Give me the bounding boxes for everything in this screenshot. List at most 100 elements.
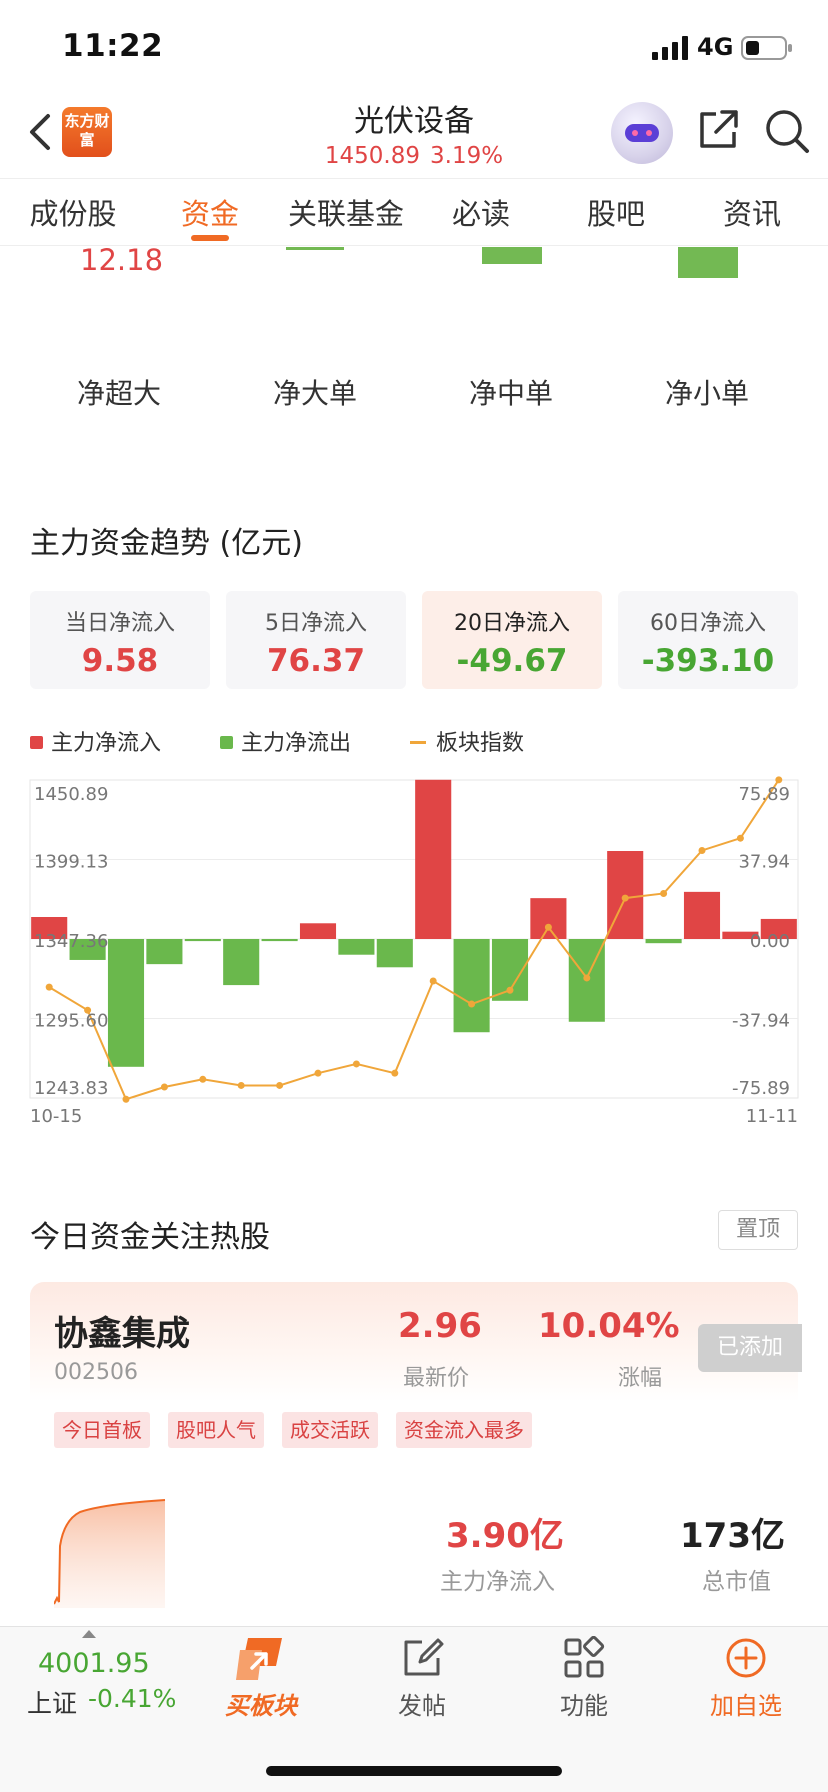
left-axis-tick: 1399.13 bbox=[34, 852, 108, 873]
stat-value: 76.37 bbox=[266, 643, 366, 679]
flow-bar-large bbox=[286, 247, 344, 250]
x-axis-start-label: 10-15 bbox=[30, 1106, 82, 1127]
main-net-inflow-value: 3.90亿 bbox=[446, 1516, 564, 1556]
index-point bbox=[621, 894, 629, 902]
stat-60day-inflow[interactable]: 60日净流入 -393.10 bbox=[618, 591, 798, 689]
stat-value: -49.67 bbox=[456, 643, 568, 679]
index-point bbox=[45, 983, 53, 991]
status-time: 11:22 bbox=[62, 28, 164, 64]
add-circle-icon[interactable] bbox=[724, 1636, 768, 1680]
left-axis-tick: 1450.89 bbox=[34, 784, 108, 805]
right-axis-tick: 75.89 bbox=[738, 784, 790, 805]
stat-label: 5日净流入 bbox=[265, 611, 367, 636]
market-cap-value: 173亿 bbox=[680, 1516, 785, 1556]
sh-index-name[interactable]: 上证 bbox=[27, 1684, 77, 1720]
tab-must-read[interactable]: 必读 bbox=[421, 191, 541, 233]
expand-up-icon[interactable] bbox=[82, 1630, 96, 1638]
assistant-robot-icon[interactable] bbox=[611, 102, 673, 164]
right-axis-tick: 0.00 bbox=[750, 931, 790, 952]
flow-label-super-large: 净超大 bbox=[76, 377, 161, 410]
stock-tag: 资金流入最多 bbox=[396, 1412, 532, 1448]
index-point bbox=[314, 1069, 322, 1077]
index-point bbox=[660, 889, 668, 897]
section-title-hot-stocks: 今日资金关注热股 bbox=[30, 1220, 270, 1255]
index-point bbox=[775, 776, 783, 784]
grid-icon[interactable] bbox=[562, 1636, 606, 1680]
x-axis-end-label: 11-11 bbox=[746, 1106, 798, 1127]
stat-20day-inflow[interactable]: 20日净流入 -49.67 bbox=[422, 591, 602, 689]
stock-tag: 成交活跃 bbox=[282, 1412, 378, 1448]
index-point bbox=[736, 834, 744, 842]
add-watchlist-button[interactable]: 加自选 bbox=[686, 1686, 806, 1721]
functions-button[interactable]: 功能 bbox=[524, 1686, 644, 1721]
flow-bar bbox=[299, 923, 337, 939]
legend-swatch-red bbox=[30, 736, 43, 749]
stat-5day-inflow[interactable]: 5日净流入 76.37 bbox=[226, 591, 406, 689]
legend-index-label: 板块指数 bbox=[436, 731, 525, 756]
index-point bbox=[468, 1000, 476, 1008]
index-point bbox=[698, 846, 706, 854]
section-title-main-fund-trend: 主力资金趋势 (亿元) bbox=[30, 526, 303, 561]
stock-change-label: 涨幅 bbox=[618, 1366, 663, 1391]
tab-funds[interactable]: 资金 bbox=[150, 191, 270, 233]
flow-bar bbox=[645, 939, 682, 944]
fund-trend-chart[interactable]: 1450.89 1399.13 1347.36 1295.60 1243.83 75.89… bbox=[0, 770, 828, 1130]
buy-sector-button[interactable]: 买板块 bbox=[201, 1686, 321, 1721]
pin-top-button[interactable]: 置顶 bbox=[718, 1210, 798, 1250]
sector-price: 1450.89 bbox=[324, 143, 421, 169]
added-to-watchlist-button[interactable]: 已添加 bbox=[698, 1324, 802, 1372]
index-point bbox=[237, 1081, 245, 1089]
compose-icon[interactable] bbox=[400, 1636, 444, 1680]
stat-today-inflow[interactable]: 当日净流入 9.58 bbox=[30, 591, 210, 689]
active-tab-indicator bbox=[191, 235, 229, 241]
flow-bar bbox=[415, 779, 452, 939]
stat-label: 当日净流入 bbox=[64, 611, 175, 636]
flow-bar-medium bbox=[482, 247, 542, 264]
legend-swatch-green bbox=[220, 736, 233, 749]
intraday-sparkline bbox=[54, 1499, 166, 1608]
flow-bar bbox=[223, 939, 260, 986]
legend-outflow: 主力净流出 bbox=[220, 725, 351, 757]
buy-sector-icon[interactable] bbox=[236, 1636, 286, 1682]
tab-related-funds[interactable]: 关联基金 bbox=[285, 191, 407, 233]
sh-index-value[interactable]: 4001.95 bbox=[38, 1648, 150, 1679]
sh-index-change[interactable]: -0.41% bbox=[88, 1684, 176, 1713]
legend-inflow-label: 主力净流入 bbox=[51, 731, 162, 756]
flow-label-small: 净小单 bbox=[664, 377, 749, 410]
tab-forum[interactable]: 股吧 bbox=[556, 191, 676, 233]
sector-change: 3.19% bbox=[430, 143, 504, 169]
stat-label: 20日净流入 bbox=[454, 611, 570, 636]
tab-constituents[interactable]: 成份股 bbox=[13, 191, 133, 233]
stock-tag: 股吧人气 bbox=[168, 1412, 264, 1448]
index-point bbox=[199, 1075, 207, 1083]
legend-inflow: 主力净流入 bbox=[30, 725, 161, 757]
home-indicator bbox=[266, 1766, 562, 1776]
stock-name: 协鑫集成 bbox=[54, 1314, 190, 1354]
flow-bar bbox=[338, 939, 375, 955]
tab-news[interactable]: 资讯 bbox=[692, 191, 812, 233]
flow-bar bbox=[376, 939, 413, 968]
stock-price: 2.96 bbox=[398, 1306, 482, 1346]
post-button[interactable]: 发帖 bbox=[362, 1686, 482, 1721]
stock-code: 002506 bbox=[54, 1360, 138, 1385]
index-point bbox=[276, 1081, 284, 1089]
flow-bar bbox=[146, 939, 183, 965]
stat-value: 9.58 bbox=[81, 643, 159, 679]
signal-icon bbox=[652, 36, 688, 60]
stock-price-label: 最新价 bbox=[403, 1366, 470, 1391]
index-point bbox=[544, 923, 552, 931]
legend-outflow-label: 主力净流出 bbox=[241, 731, 352, 756]
index-point bbox=[352, 1060, 360, 1068]
flow-bar bbox=[261, 939, 298, 942]
search-icon[interactable] bbox=[764, 108, 810, 154]
tab-bar: 成份股 资金 关联基金 必读 股吧 资讯 bbox=[0, 178, 828, 246]
main-net-inflow-label: 主力净流入 bbox=[440, 1569, 555, 1595]
network-type: 4G bbox=[697, 33, 734, 61]
index-point bbox=[506, 986, 514, 994]
share-icon[interactable] bbox=[696, 108, 740, 152]
index-point bbox=[429, 977, 437, 985]
flow-label-large: 净大单 bbox=[272, 377, 357, 410]
flow-label-medium: 净中单 bbox=[468, 377, 553, 410]
stock-change: 10.04% bbox=[538, 1306, 680, 1346]
flow-bar bbox=[683, 891, 721, 939]
